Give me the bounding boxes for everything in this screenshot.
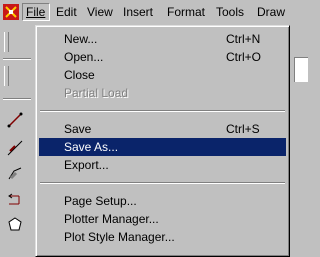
- menu-item-page-setup[interactable]: Page Setup...: [39, 192, 286, 210]
- polyline-icon[interactable]: [7, 165, 23, 181]
- line-tool-icon[interactable]: [7, 112, 23, 128]
- menu-item-label: Open...: [64, 50, 104, 64]
- rectangle-icon[interactable]: [7, 192, 23, 208]
- toolbar-separator: [3, 58, 31, 60]
- menu-item-label: Export...: [64, 158, 109, 172]
- menu-view[interactable]: View: [87, 5, 113, 19]
- menu-tools[interactable]: Tools: [216, 5, 244, 19]
- menu-item-shortcut: Ctrl+S: [226, 122, 260, 136]
- menu-file[interactable]: File: [22, 3, 51, 21]
- menu-bar: File Edit View Insert Format Tools Draw: [0, 0, 307, 26]
- menu-item-label: Save: [64, 122, 92, 136]
- menu-item-plotter-manager[interactable]: Plotter Manager...: [39, 210, 286, 228]
- menu-item-label: Save As...: [64, 140, 119, 154]
- menu-item-partial-load: Partial Load: [39, 84, 286, 102]
- app-icon[interactable]: [3, 4, 19, 20]
- toolbar-separator: [3, 98, 31, 100]
- menu-item-open[interactable]: Open... Ctrl+O: [39, 48, 286, 66]
- file-menu-dropdown: New... Ctrl+N Open... Ctrl+O Close Parti…: [35, 25, 290, 257]
- menu-insert[interactable]: Insert: [123, 5, 153, 19]
- menu-item-shortcut: Ctrl+N: [226, 32, 261, 46]
- menu-item-export[interactable]: Export...: [39, 156, 286, 174]
- menu-item-label: Close: [64, 68, 95, 82]
- menu-separator: [40, 110, 285, 112]
- menu-format[interactable]: Format: [167, 5, 205, 19]
- menu-item-label: Partial Load: [64, 86, 129, 100]
- menu-item-plot-style-manager[interactable]: Plot Style Manager...: [39, 228, 286, 246]
- menu-draw[interactable]: Draw: [257, 5, 285, 19]
- left-toolbar: [0, 26, 34, 242]
- menu-item-label: Page Setup...: [64, 194, 137, 208]
- background-input: [294, 57, 308, 82]
- toolbar-grip[interactable]: [4, 66, 9, 86]
- menu-item-label: Plotter Manager...: [64, 212, 159, 226]
- menu-item-save[interactable]: Save Ctrl+S: [39, 120, 286, 138]
- construction-line-icon[interactable]: [7, 140, 23, 156]
- menu-separator: [40, 182, 285, 184]
- menu-edit[interactable]: Edit: [56, 5, 77, 19]
- toolbar-grip[interactable]: [4, 32, 9, 52]
- menu-item-label: New...: [64, 32, 98, 46]
- menu-item-save-as[interactable]: Save As...: [39, 138, 286, 156]
- menu-item-close[interactable]: Close: [39, 66, 286, 84]
- menu-item-new[interactable]: New... Ctrl+N: [39, 30, 286, 48]
- menu-item-shortcut: Ctrl+O: [226, 50, 262, 64]
- polygon-icon[interactable]: [7, 216, 23, 232]
